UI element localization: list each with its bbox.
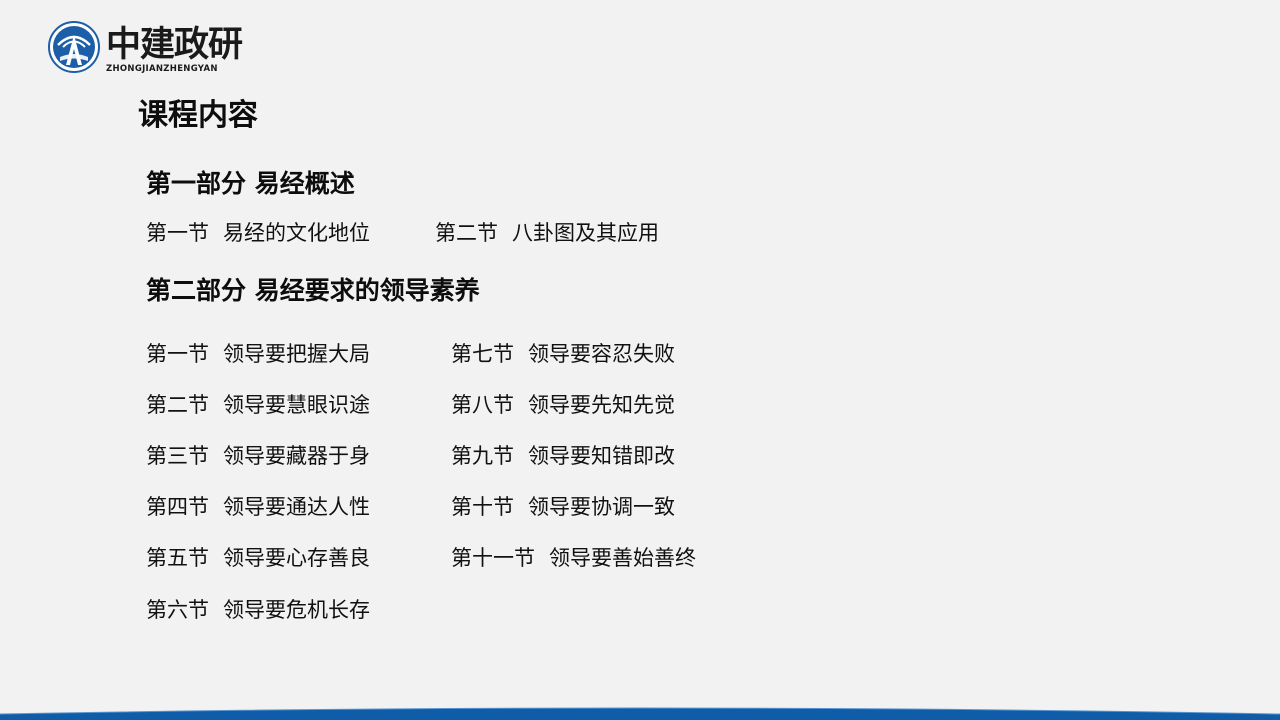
section-number: 第十节: [451, 495, 514, 519]
section-number: 第十一节: [451, 546, 535, 570]
section-title: 领导要知错即改: [528, 444, 675, 468]
section-number: 第二节: [146, 393, 209, 417]
section-title: 领导要心存善良: [223, 546, 370, 570]
page-title: 课程内容: [138, 98, 258, 133]
section-title: 领导要先知先觉: [528, 393, 675, 417]
section-title: 领导要藏器于身: [223, 444, 370, 468]
list-item: 第十节 领导要协调一致: [451, 493, 675, 521]
section-number: 第六节: [146, 598, 209, 622]
section-title: 领导要协调一致: [528, 495, 675, 519]
section-number: 第三节: [146, 444, 209, 468]
section-title: 领导要容忍失败: [528, 342, 675, 366]
section-number: 第九节: [451, 444, 514, 468]
section-title: 八卦图及其应用: [512, 221, 659, 245]
list-item: 第一节 易经的文化地位: [146, 219, 370, 247]
list-item: 第三节 领导要藏器于身: [146, 442, 370, 470]
list-item: 第六节 领导要危机长存: [146, 596, 370, 624]
logo-name-en: ZHONGJIANZHENGYAN: [106, 64, 218, 74]
section-title: 领导要通达人性: [223, 495, 370, 519]
logo-name-cn: 中建政研: [106, 25, 243, 65]
section-number: 第四节: [146, 495, 209, 519]
list-item: 第五节 领导要心存善良: [146, 544, 370, 572]
list-item: 第九节 领导要知错即改: [451, 442, 675, 470]
list-item: 第二节 领导要慧眼识途: [146, 391, 370, 419]
section-number: 第七节: [451, 342, 514, 366]
section-title: 领导要慧眼识途: [223, 393, 370, 417]
part1-heading: 第一部分 易经概述: [146, 169, 355, 198]
part2-heading: 第二部分 易经要求的领导素养: [146, 276, 480, 305]
footer-bar: [0, 707, 1280, 720]
logo: 中建政研 ZHONGJIANZHENGYAN: [48, 21, 243, 74]
section-title: 领导要把握大局: [223, 342, 370, 366]
section-title: 领导要善始善终: [549, 546, 696, 570]
section-number: 第五节: [146, 546, 209, 570]
section-number: 第八节: [451, 393, 514, 417]
slide: 中建政研 ZHONGJIANZHENGYAN 课程内容 第一部分 易经概述 第一…: [0, 0, 1280, 720]
list-item: 第七节 领导要容忍失败: [451, 340, 675, 368]
list-item: 第二节 八卦图及其应用: [435, 219, 659, 247]
logo-emblem-icon: [48, 21, 100, 73]
list-item: 第八节 领导要先知先觉: [451, 391, 675, 419]
section-title: 易经的文化地位: [223, 221, 370, 245]
list-item: 第十一节 领导要善始善终: [451, 544, 696, 572]
list-item: 第一节 领导要把握大局: [146, 340, 370, 368]
section-title: 领导要危机长存: [223, 598, 370, 622]
section-number: 第二节: [435, 221, 498, 245]
section-number: 第一节: [146, 221, 209, 245]
section-number: 第一节: [146, 342, 209, 366]
list-item: 第四节 领导要通达人性: [146, 493, 370, 521]
